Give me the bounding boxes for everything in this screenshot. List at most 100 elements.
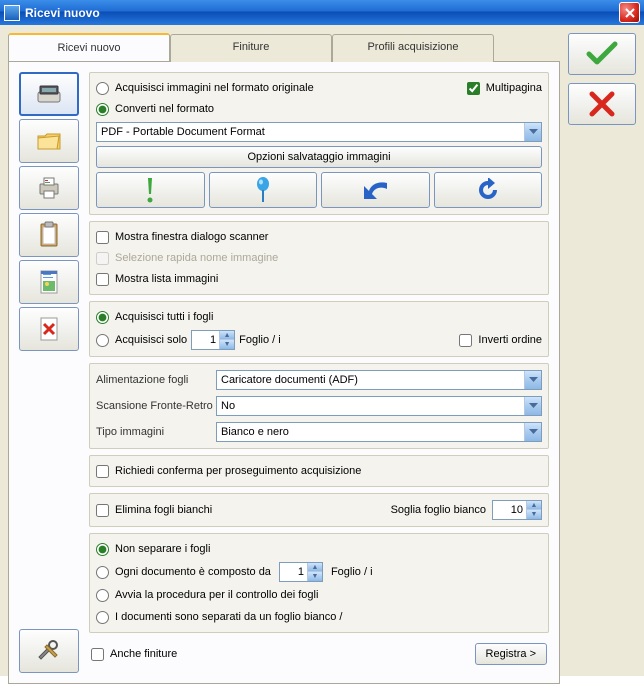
check-multipage[interactable]: Multipagina	[467, 79, 542, 97]
app-icon	[4, 5, 20, 21]
chevron-down-icon	[524, 423, 541, 441]
radio-sep-white[interactable]: I documenti sono separati da un foglio b…	[96, 608, 542, 626]
spinner-down-icon[interactable]: ▼	[219, 340, 234, 349]
panel-device: Alimentazione fogli Caricatore documenti…	[89, 363, 549, 449]
exclaim-icon	[144, 176, 156, 204]
spinner-blank-threshold-value: 10	[493, 504, 526, 516]
radio-sep-control-label: Avvia la procedura per il controllo dei …	[115, 589, 318, 601]
check-remove-blank[interactable]: Elimina fogli bianchi	[96, 501, 212, 519]
panel-format: Acquisisci immagini nel formato original…	[89, 72, 549, 215]
radio-sheets-all-label: Acquisisci tutti i fogli	[115, 311, 213, 323]
check-show-image-list[interactable]: Mostra lista immagini	[96, 270, 542, 288]
radio-acquire-original[interactable]: Acquisisci immagini nel formato original…	[96, 79, 314, 97]
title-bar: Ricevi nuovo	[0, 0, 644, 25]
check-show-scanner-dialog[interactable]: Mostra finestra dialogo scanner	[96, 228, 542, 246]
dropdown-feed-value: Caricatore documenti (ADF)	[217, 374, 524, 386]
scanner-icon	[35, 82, 63, 106]
clipboard-icon	[37, 221, 61, 249]
spinner-up-icon[interactable]: ▲	[526, 501, 541, 510]
radio-sep-control[interactable]: Avvia la procedura per il controllo dei …	[96, 586, 542, 604]
check-remove-blank-label: Elimina fogli bianchi	[115, 504, 212, 516]
spinner-up-icon[interactable]: ▲	[307, 563, 322, 572]
button-action-pin[interactable]	[209, 172, 318, 208]
dropdown-duplex[interactable]: No	[216, 396, 542, 416]
sidebar	[19, 72, 79, 673]
check-show-scanner-dialog-label: Mostra finestra dialogo scanner	[115, 231, 268, 243]
chevron-down-icon	[524, 371, 541, 389]
page-delete-icon	[37, 316, 61, 342]
radio-convert-format[interactable]: Converti nel formato	[96, 100, 542, 118]
close-icon	[625, 8, 635, 18]
footer-row: Anche finiture Registra >	[89, 643, 549, 667]
sidebar-printer[interactable]	[19, 166, 79, 210]
sidebar-page-delete[interactable]	[19, 307, 79, 351]
sidebar-scan[interactable]	[19, 72, 79, 116]
radio-sheets-only-label: Acquisisci solo	[115, 334, 187, 346]
check-show-image-list-label: Mostra lista immagini	[115, 273, 218, 285]
check-icon	[586, 41, 618, 67]
check-confirm-continue-label: Richiedi conferma per proseguimento acqu…	[115, 465, 361, 477]
tools-icon	[35, 637, 63, 665]
label-duplex: Scansione Fronte-Retro	[96, 400, 216, 412]
sheets-only-suffix: Foglio / i	[239, 334, 281, 346]
radio-sheets-all[interactable]: Acquisisci tutti i fogli	[96, 308, 542, 326]
radio-sep-every[interactable]: Ogni documento è composto da	[96, 563, 271, 581]
spinner-down-icon[interactable]: ▼	[526, 510, 541, 519]
page-image-icon	[37, 269, 61, 295]
label-blank-threshold: Soglia foglio bianco	[391, 504, 486, 516]
panel-sheets: Acquisisci tutti i fogli Acquisisci solo…	[89, 301, 549, 357]
tab-content: Acquisisci immagini nel formato original…	[8, 61, 560, 684]
label-feed: Alimentazione fogli	[96, 374, 216, 386]
panel-dialog: Mostra finestra dialogo scanner Selezion…	[89, 221, 549, 295]
chevron-down-icon	[524, 123, 541, 141]
button-action-refresh[interactable]	[434, 172, 543, 208]
spinner-down-icon[interactable]: ▼	[307, 572, 322, 581]
tab-strip: Ricevi nuovo Finiture Profili acquisizio…	[8, 33, 560, 61]
window-close-button[interactable]	[619, 2, 640, 23]
button-save-options[interactable]: Opzioni salvataggio immagini	[96, 146, 542, 168]
sidebar-folder[interactable]	[19, 119, 79, 163]
radio-sep-none-label: Non separare i fogli	[115, 543, 210, 555]
undo-arrow-icon	[361, 179, 389, 201]
radio-sep-none[interactable]: Non separare i fogli	[96, 540, 542, 558]
tab-finiture[interactable]: Finiture	[170, 34, 332, 62]
radio-sep-white-label: I documenti sono separati da un foglio b…	[115, 611, 342, 623]
spinner-blank-threshold[interactable]: 10 ▲▼	[492, 500, 542, 520]
spinner-sheets-only-value: 1	[192, 334, 219, 346]
main-area: Ricevi nuovo Finiture Profili acquisizio…	[8, 33, 560, 668]
check-also-finishings-label: Anche finiture	[110, 648, 177, 660]
dropdown-type[interactable]: Bianco e nero	[216, 422, 542, 442]
tab-ricevi-nuovo[interactable]: Ricevi nuovo	[8, 33, 170, 61]
right-action-column	[568, 33, 636, 668]
panel-blank: Elimina fogli bianchi Soglia foglio bian…	[89, 493, 549, 527]
check-invert-order-label: Inverti ordine	[478, 334, 542, 346]
spinner-sep-every-value: 1	[280, 566, 307, 578]
check-invert-order[interactable]: Inverti ordine	[459, 331, 542, 349]
dropdown-type-value: Bianco e nero	[217, 426, 524, 438]
button-ok[interactable]	[568, 33, 636, 75]
dropdown-format-value: PDF - Portable Document Format	[97, 126, 524, 138]
radio-sheets-only[interactable]: Acquisisci solo	[96, 331, 187, 349]
sidebar-clipboard[interactable]	[19, 213, 79, 257]
spinner-sep-every[interactable]: 1 ▲▼	[279, 562, 323, 582]
spinner-up-icon[interactable]: ▲	[219, 331, 234, 340]
chevron-down-icon	[524, 397, 541, 415]
tab-profili[interactable]: Profili acquisizione	[332, 34, 494, 62]
dropdown-format[interactable]: PDF - Portable Document Format	[96, 122, 542, 142]
sidebar-settings[interactable]	[19, 629, 79, 673]
spinner-sheets-only[interactable]: 1 ▲▼	[191, 330, 235, 350]
sidebar-page-image[interactable]	[19, 260, 79, 304]
content-column: Acquisisci immagini nel formato original…	[89, 72, 549, 673]
radio-convert-format-label: Converti nel formato	[115, 103, 214, 115]
button-action-exclaim[interactable]	[96, 172, 205, 208]
button-action-undo[interactable]	[321, 172, 430, 208]
folder-icon	[35, 129, 63, 153]
button-register[interactable]: Registra >	[475, 643, 547, 665]
printer-icon	[35, 176, 63, 200]
check-confirm-continue[interactable]: Richiedi conferma per proseguimento acqu…	[96, 462, 542, 480]
button-cancel[interactable]	[568, 83, 636, 125]
check-also-finishings[interactable]: Anche finiture	[91, 645, 177, 663]
button-save-options-label: Opzioni salvataggio immagini	[247, 151, 390, 163]
dropdown-feed[interactable]: Caricatore documenti (ADF)	[216, 370, 542, 390]
check-multipage-label: Multipagina	[486, 82, 542, 94]
